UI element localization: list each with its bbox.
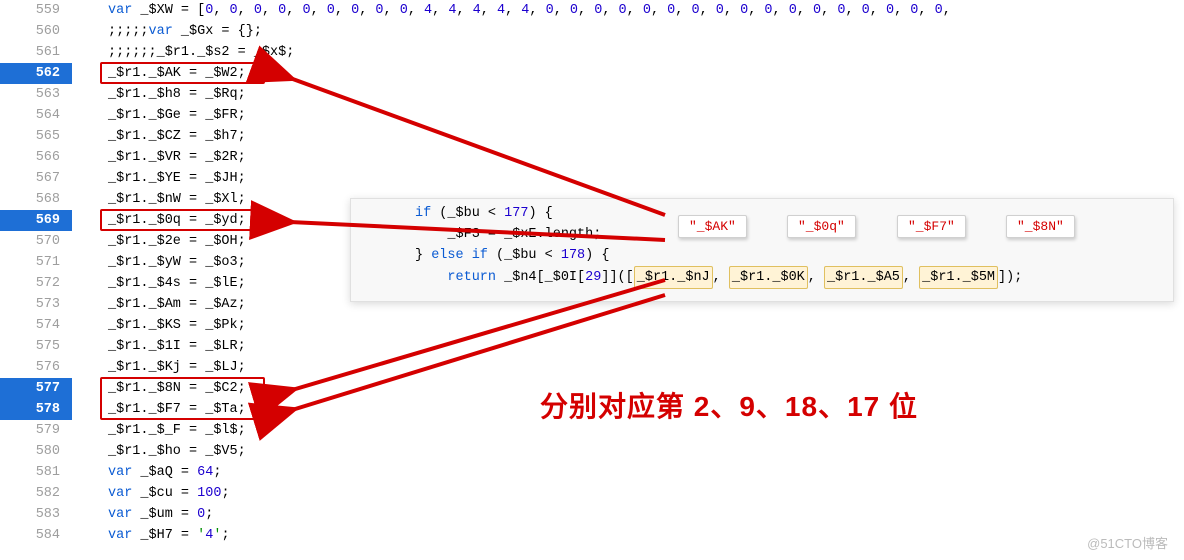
code-line[interactable]: _$r1._$VR = _$2R; [72,147,1184,168]
line-number: 579 [0,420,72,441]
code-line[interactable]: var _$XW = [0, 0, 0, 0, 0, 0, 0, 0, 0, 4… [72,0,1184,21]
code-line[interactable]: _$r1._$Kj = _$LJ; [72,357,1184,378]
line-number: 564 [0,105,72,126]
popup-line-4: return _$n4[_$0I[29]]([_$r1._$nJ, _$r1._… [351,266,1173,287]
line-number: 580 [0,441,72,462]
line-number: 562 [0,63,72,84]
line-number: 567 [0,168,72,189]
code-line[interactable]: _$r1._$ho = _$V5; [72,441,1184,462]
tooltip-3: "_$F7" [897,215,966,238]
chip-3: _$r1._$A5 [824,266,903,289]
line-number: 583 [0,504,72,525]
line-number: 565 [0,126,72,147]
line-number: 563 [0,84,72,105]
line-number: 559 [0,0,72,21]
line-number-gutter: 5595605615625635645655665675685695705715… [0,0,72,560]
code-line[interactable]: _$r1._$h8 = _$Rq; [72,84,1184,105]
code-popup: if (_$bu < 177) { _$F3 = _$xE.length; } … [350,198,1174,302]
line-number: 573 [0,294,72,315]
popup-line-3: } else if (_$bu < 178) { [351,245,1173,266]
code-line[interactable]: ;;;;;var _$Gx = {}; [72,21,1184,42]
line-number: 581 [0,462,72,483]
tooltip-1: "_$AK" [678,215,747,238]
line-number: 571 [0,252,72,273]
annotation-text: 分别对应第 2、9、18、17 位 [540,385,918,425]
code-line[interactable]: _$r1._$1I = _$LR; [72,336,1184,357]
tooltip-2: "_$0q" [787,215,856,238]
line-number: 570 [0,231,72,252]
code-line[interactable]: _$r1._$AK = _$W2; [72,63,1184,84]
code-line[interactable]: var _$um = 0; [72,504,1184,525]
code-line[interactable]: var _$cu = 100; [72,483,1184,504]
code-line[interactable]: _$r1._$KS = _$Pk; [72,315,1184,336]
line-number: 576 [0,357,72,378]
line-number: 582 [0,483,72,504]
chip-2: _$r1._$0K [729,266,808,289]
line-number: 560 [0,21,72,42]
code-line[interactable]: _$r1._$YE = _$JH; [72,168,1184,189]
line-number: 577 [0,378,72,399]
line-number: 566 [0,147,72,168]
line-number: 572 [0,273,72,294]
code-line[interactable]: _$r1._$Ge = _$FR; [72,105,1184,126]
line-number: 561 [0,42,72,63]
code-line[interactable]: _$r1._$CZ = _$h7; [72,126,1184,147]
line-number: 568 [0,189,72,210]
code-line[interactable]: ;;;;;;_$r1._$s2 = _$x$; [72,42,1184,63]
chip-1: _$r1._$nJ [634,266,713,289]
tooltip-4: "_$8N" [1006,215,1075,238]
line-number: 569 [0,210,72,231]
line-number: 574 [0,315,72,336]
chip-4: _$r1._$5M [919,266,998,289]
code-line[interactable]: var _$aQ = 64; [72,462,1184,483]
watermark: @51CTO博客 [1087,533,1168,552]
line-number: 584 [0,525,72,546]
line-number: 575 [0,336,72,357]
code-line[interactable]: var _$H7 = '4'; [72,525,1184,546]
line-number: 578 [0,399,72,420]
